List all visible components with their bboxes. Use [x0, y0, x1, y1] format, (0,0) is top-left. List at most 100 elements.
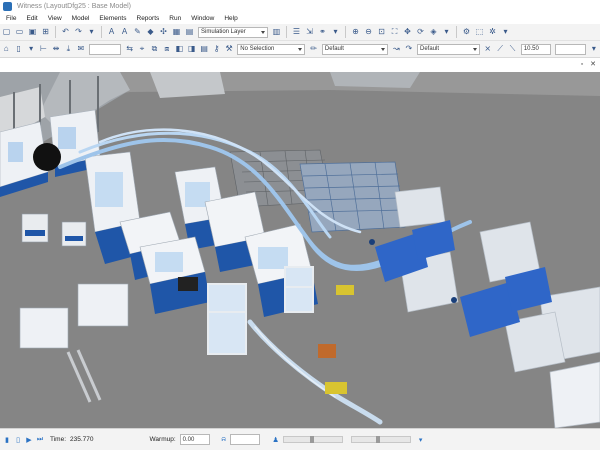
- list-view-icon[interactable]: ☰: [292, 27, 302, 37]
- step-back-icon[interactable]: ▯: [14, 436, 22, 444]
- text-color-icon[interactable]: A: [120, 27, 130, 37]
- line-style-icon[interactable]: ⟋: [495, 44, 504, 54]
- close-icon[interactable]: ✕: [589, 61, 597, 69]
- chevron-down-icon: [381, 47, 386, 51]
- menu-reports[interactable]: Reports: [132, 15, 165, 22]
- dropdown-arrow-icon[interactable]: ▾: [442, 27, 452, 37]
- style-select-2-value: Default: [420, 46, 440, 52]
- dropdown-arrow-icon[interactable]: ▾: [589, 44, 598, 54]
- clear-format-icon[interactable]: ⨯: [483, 44, 492, 54]
- move-icon[interactable]: ⇆: [125, 44, 134, 54]
- bottom-left-machine: [19, 307, 69, 349]
- insert-icon[interactable]: ⤓: [64, 44, 73, 54]
- menu-edit[interactable]: Edit: [21, 15, 42, 22]
- back-icon[interactable]: ◨: [187, 44, 196, 54]
- style-select-2[interactable]: Default: [417, 43, 480, 55]
- walk-speed-icon[interactable]: ♟: [272, 436, 280, 444]
- model-tree-icon[interactable]: ⬚: [475, 27, 485, 37]
- style-select-1[interactable]: Default: [321, 43, 389, 55]
- front-icon[interactable]: ◧: [175, 44, 184, 54]
- zoom-fit-icon[interactable]: ⛶: [390, 27, 400, 37]
- key-icon[interactable]: ⚷: [212, 44, 221, 54]
- line-weight-icon[interactable]: ⟍: [508, 44, 517, 54]
- menu-file[interactable]: File: [0, 15, 21, 22]
- zoom-window-icon[interactable]: ⊡: [377, 27, 387, 37]
- play-icon[interactable]: ▶: [25, 436, 33, 444]
- insert-note-icon[interactable]: ✉: [76, 44, 85, 54]
- new-model-icon[interactable]: ▢: [2, 27, 12, 37]
- group-icon[interactable]: ⧉: [150, 44, 159, 54]
- align-icon[interactable]: ⊢: [39, 44, 48, 54]
- link-icon[interactable]: ⚭: [318, 27, 328, 37]
- operator-figure: [451, 297, 457, 303]
- dropdown-arrow-icon[interactable]: ▾: [26, 44, 35, 54]
- home-icon[interactable]: ⌂: [2, 44, 11, 54]
- value-field[interactable]: [555, 43, 586, 55]
- ungroup-icon[interactable]: ⧈: [162, 44, 171, 54]
- selection-select-value: No Selection: [240, 46, 275, 52]
- view-3d-icon[interactable]: ◈: [429, 27, 439, 37]
- dropdown-arrow-icon[interactable]: ▾: [331, 27, 341, 37]
- toolbar-separator: [101, 26, 102, 38]
- undo-icon[interactable]: ↶: [61, 27, 71, 37]
- warmup-field[interactable]: 0.00: [179, 434, 210, 445]
- fast-forward-icon[interactable]: ⏭: [36, 436, 44, 444]
- menu-view[interactable]: View: [43, 15, 67, 22]
- open-model-icon[interactable]: ▭: [15, 27, 25, 37]
- settings-icon[interactable]: ✲: [488, 27, 498, 37]
- factory-layout-3d-scene[interactable]: [0, 72, 600, 428]
- coordinate-field[interactable]: [89, 43, 122, 55]
- path-icon[interactable]: ↝: [392, 44, 401, 54]
- distribute-icon[interactable]: ⇹: [51, 44, 60, 54]
- pan-icon[interactable]: ✥: [403, 27, 413, 37]
- menu-elements[interactable]: Elements: [94, 15, 131, 22]
- chevron-down-icon: [298, 47, 303, 51]
- size-field[interactable]: 10.50: [520, 43, 552, 55]
- layer-select[interactable]: Simulation Layer: [198, 26, 268, 38]
- step-slider[interactable]: [350, 436, 411, 443]
- route-icon[interactable]: ↷: [404, 44, 413, 54]
- pencil-icon[interactable]: ✏: [309, 44, 318, 54]
- menu-run[interactable]: Run: [164, 15, 186, 22]
- layer-options-icon[interactable]: ▥: [272, 27, 282, 37]
- format-toolbar: ⌂ ▯ ▾ ⊢ ⇹ ⤓ ✉ ⇆ ⌖ ⧉ ⧈ ◧ ◨ ▤ ⚷ ⚒ No Selec…: [0, 41, 600, 58]
- orange-crate: [318, 344, 336, 358]
- print-icon[interactable]: ⊞: [41, 27, 51, 37]
- wrench-icon[interactable]: ⚒: [224, 44, 233, 54]
- run-mode-icon[interactable]: ▮: [3, 436, 11, 444]
- menu-window[interactable]: Window: [186, 15, 219, 22]
- arrange-icon[interactable]: ⇲: [305, 27, 315, 37]
- step-slider-knob[interactable]: [375, 436, 380, 443]
- dropdown-arrow-icon[interactable]: ▾: [417, 436, 425, 444]
- zoom-out-icon[interactable]: ⊖: [364, 27, 374, 37]
- warmup-label: Warmup:: [149, 436, 176, 443]
- menu-help[interactable]: Help: [219, 15, 242, 22]
- element-tools-icon[interactable]: ⚙: [462, 27, 472, 37]
- snap-icon[interactable]: ⌖: [137, 44, 146, 54]
- dropdown-arrow-icon[interactable]: ▾: [501, 27, 511, 37]
- 3d-simulation-viewport[interactable]: [0, 72, 600, 428]
- zoom-in-icon[interactable]: ⊕: [351, 27, 361, 37]
- speed-slider-knob[interactable]: [309, 436, 314, 443]
- fill-color-icon[interactable]: ◆: [146, 27, 156, 37]
- save-model-icon[interactable]: ▣: [28, 27, 38, 37]
- warmup-bell-icon[interactable]: ⍾: [220, 436, 228, 444]
- selection-select[interactable]: No Selection: [237, 43, 306, 55]
- text-font-icon[interactable]: A: [107, 27, 117, 37]
- speed-slider[interactable]: [282, 436, 343, 443]
- witness-app-icon: [3, 2, 12, 11]
- line-color-icon[interactable]: ✎: [133, 27, 143, 37]
- menu-model[interactable]: Model: [67, 15, 95, 22]
- restore-icon[interactable]: ▫: [578, 61, 586, 69]
- redo-icon[interactable]: ↷: [74, 27, 84, 37]
- stack-icon[interactable]: ▤: [199, 44, 208, 54]
- layers-icon[interactable]: ▤: [185, 27, 195, 37]
- title-bar: Witness (LayoutDfg25 : Base Model): [0, 0, 600, 13]
- run-length-field[interactable]: [229, 434, 260, 445]
- grid-icon[interactable]: ▦: [172, 27, 182, 37]
- dropdown-arrow-icon[interactable]: ▾: [87, 27, 97, 37]
- shape-tools-icon[interactable]: ✣: [159, 27, 169, 37]
- rotate-view-icon[interactable]: ⟳: [416, 27, 426, 37]
- bottom-left-machine: [77, 283, 129, 327]
- bookmark-icon[interactable]: ▯: [14, 44, 23, 54]
